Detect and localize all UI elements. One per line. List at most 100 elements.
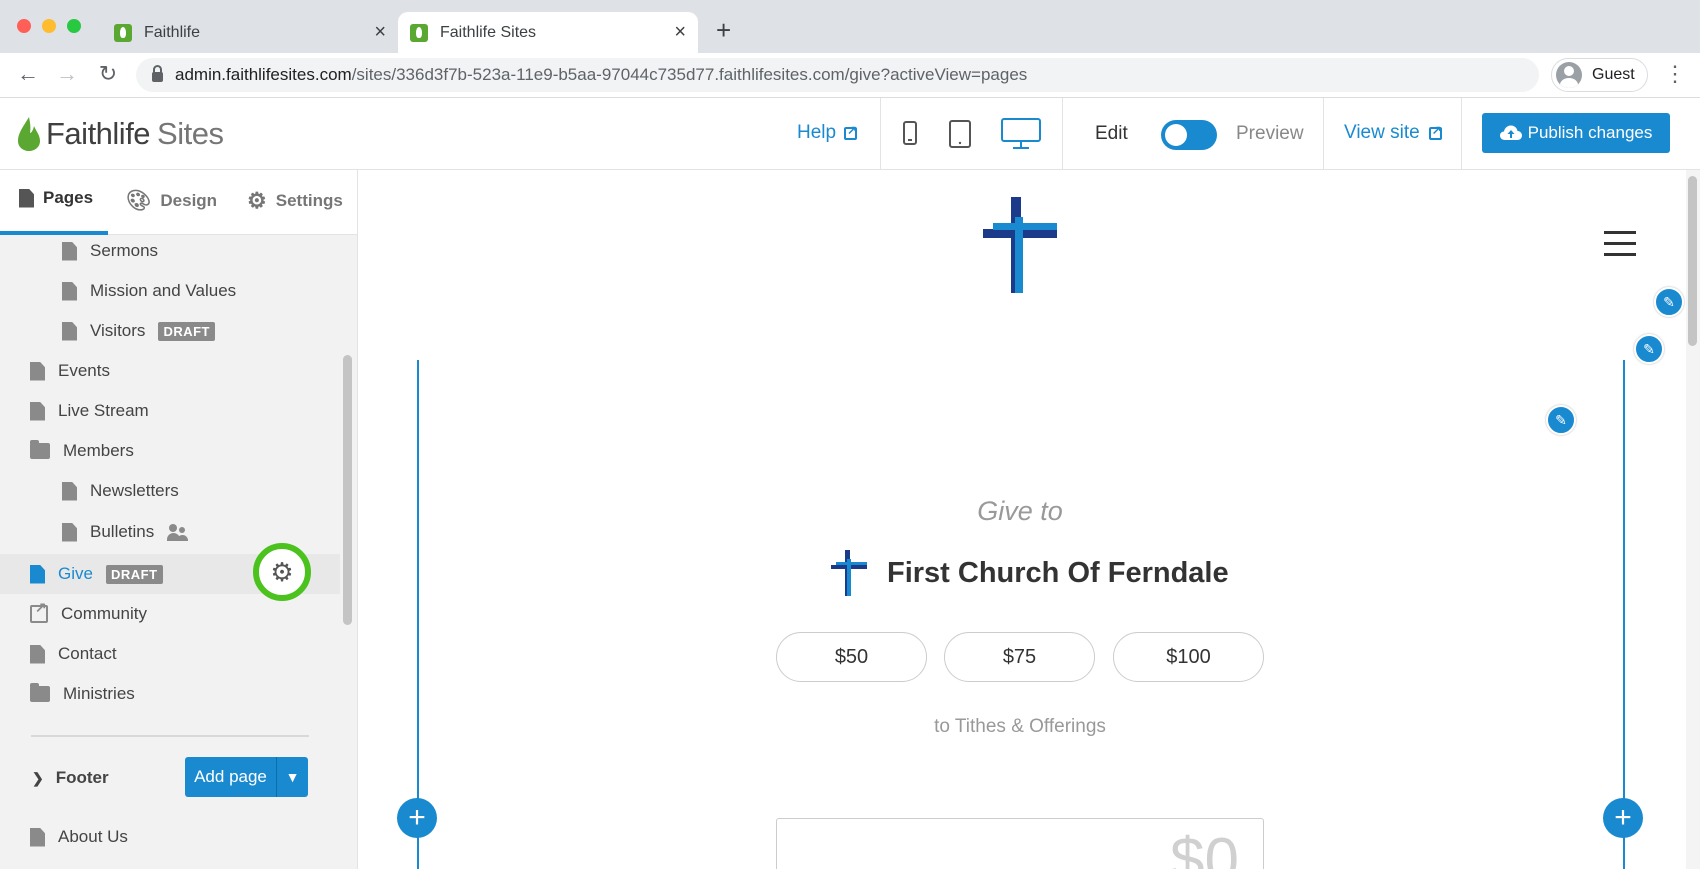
add-section-plus-icon[interactable]: +	[397, 798, 437, 838]
tab-settings[interactable]: ⚙ Settings	[247, 188, 343, 214]
palette-icon: 🎨︎	[126, 190, 152, 212]
publish-changes-button[interactable]: Publish changes	[1482, 113, 1670, 153]
page-icon	[30, 644, 45, 664]
page-label: Sermons	[90, 241, 159, 260]
draft-badge: DRAFT	[158, 321, 215, 341]
cloud-upload-icon	[1499, 125, 1522, 140]
sidebar-tabs: Pages 🎨︎ Design ⚙ Settings	[0, 170, 357, 235]
amount-option-75[interactable]: $75	[944, 632, 1095, 682]
church-cross-icon	[831, 550, 867, 596]
page-label: Mission and Values	[90, 281, 237, 300]
back-arrow-icon[interactable]: ←	[14, 61, 42, 87]
page-label: Give	[58, 564, 93, 583]
tab-design[interactable]: 🎨︎ Design	[126, 188, 217, 213]
browser-tab-faithlife-sites[interactable]: Faithlife Sites ×	[398, 12, 698, 53]
window-minimize-button[interactable]	[42, 19, 56, 33]
tablet-view-icon[interactable]	[948, 120, 972, 148]
logo-text-bold: Faithlife	[46, 116, 151, 151]
add-section-plus-icon[interactable]: +	[1603, 798, 1643, 838]
sidebar-item-sermons[interactable]: Sermons	[62, 233, 158, 269]
page-icon	[30, 401, 45, 421]
edit-pencil-icon[interactable]: ✎	[1634, 334, 1664, 364]
sidebar-item-community[interactable]: Community	[30, 596, 147, 632]
amount-input[interactable]: $0	[776, 818, 1264, 869]
faithlife-favicon-icon	[114, 23, 132, 42]
tab-label: Settings	[275, 191, 343, 210]
footer-section-label: Footer	[55, 768, 109, 787]
edit-pencil-icon[interactable]: ✎	[1654, 287, 1684, 317]
header-divider	[1323, 98, 1324, 170]
sidebar-item-give[interactable]: Give DRAFT	[30, 556, 163, 592]
external-link-icon	[1428, 123, 1442, 140]
fund-label[interactable]: to Tithes & Offerings	[776, 716, 1264, 738]
help-link[interactable]: Help	[797, 122, 857, 144]
church-name: First Church Of Ferndale	[887, 556, 1229, 589]
sidebar-item-mission-and-values[interactable]: Mission and Values	[62, 273, 236, 309]
site-menu-hamburger-icon[interactable]	[1604, 231, 1636, 264]
amount-value: $0	[1170, 826, 1239, 869]
sidebar-scrollbar[interactable]	[343, 355, 352, 625]
folder-icon	[30, 683, 50, 702]
sidebar-item-visitors[interactable]: Visitors DRAFT	[62, 313, 215, 349]
page-label: Ministries	[63, 684, 135, 703]
tab-label: Pages	[43, 188, 94, 207]
add-page-dropdown-button[interactable]: ▼	[276, 757, 308, 797]
sidebar-item-ministries[interactable]: Ministries	[30, 676, 135, 712]
view-site-link[interactable]: View site	[1344, 122, 1442, 144]
section-boundary-line	[1623, 360, 1625, 869]
desktop-view-icon[interactable]	[1001, 118, 1041, 150]
window-close-button[interactable]	[17, 19, 31, 33]
section-boundary-line	[417, 360, 419, 869]
page-icon	[62, 321, 77, 341]
amount-option-100[interactable]: $100	[1113, 632, 1264, 682]
edit-pencil-icon[interactable]: ✎	[1546, 405, 1576, 435]
close-tab-icon[interactable]: ×	[374, 21, 386, 44]
header-divider	[1461, 98, 1462, 170]
avatar-icon	[1556, 62, 1582, 88]
forward-arrow-icon[interactable]: →	[53, 61, 81, 87]
browser-toolbar: ← → ↻ admin.faithlifesites.com/sites/336…	[0, 53, 1700, 98]
faithlife-favicon-icon	[410, 23, 428, 42]
sidebar-divider	[31, 735, 309, 737]
tab-pages[interactable]: Pages	[19, 188, 93, 208]
page-label: Community	[61, 604, 147, 623]
address-bar[interactable]: admin.faithlifesites.com/sites/336d3f7b-…	[136, 58, 1539, 92]
sidebar-item-members[interactable]: Members	[30, 433, 134, 469]
browser-tab-bar: Faithlife × Faithlife Sites × +	[0, 0, 1700, 53]
external-link-icon	[844, 123, 857, 140]
church-header: First Church Of Ferndale	[831, 550, 1229, 596]
window-zoom-button[interactable]	[67, 19, 81, 33]
reload-icon[interactable]: ↻	[94, 61, 122, 87]
footer-section-toggle[interactable]: ❯ Footer	[32, 768, 109, 788]
page-icon	[30, 827, 45, 847]
mobile-view-icon[interactable]	[902, 120, 918, 146]
new-tab-button[interactable]: +	[716, 15, 731, 46]
give-to-heading: Give to	[977, 496, 1063, 526]
edit-label: Edit	[1095, 123, 1128, 144]
page-label: Members	[63, 441, 134, 460]
edit-preview-toggle[interactable]	[1161, 120, 1217, 150]
add-page-control: Add page ▼	[185, 757, 308, 797]
profile-label: Guest	[1592, 66, 1635, 83]
page-icon	[62, 241, 77, 261]
close-tab-icon[interactable]: ×	[674, 21, 686, 44]
browser-tab-faithlife[interactable]: Faithlife ×	[102, 12, 398, 53]
app-header: FaithlifeSites Help Edit Preview View si…	[0, 98, 1700, 170]
preview-label: Preview	[1236, 123, 1304, 144]
profile-button[interactable]: Guest	[1551, 58, 1648, 92]
add-page-button[interactable]: Add page	[185, 757, 276, 797]
chevron-down-icon: ▼	[285, 769, 300, 785]
help-label: Help	[797, 122, 837, 143]
faithlife-sites-logo[interactable]: Faithlife Sites	[18, 116, 224, 152]
sidebar-item-contact[interactable]: Contact	[30, 636, 117, 672]
page-settings-gear-icon[interactable]: ⚙	[253, 543, 311, 601]
sidebar-item-live-stream[interactable]: Live Stream	[30, 393, 149, 429]
page-label: About Us	[58, 827, 128, 846]
sidebar-item-events[interactable]: Events	[30, 353, 110, 389]
page-icon	[62, 281, 77, 301]
page-label: Events	[58, 361, 110, 380]
browser-menu-icon[interactable]: ⋮	[1664, 61, 1686, 87]
amount-option-50[interactable]: $50	[776, 632, 927, 682]
sidebar-item-about-us[interactable]: About Us	[30, 819, 128, 855]
preview-scrollbar[interactable]	[1688, 176, 1697, 346]
